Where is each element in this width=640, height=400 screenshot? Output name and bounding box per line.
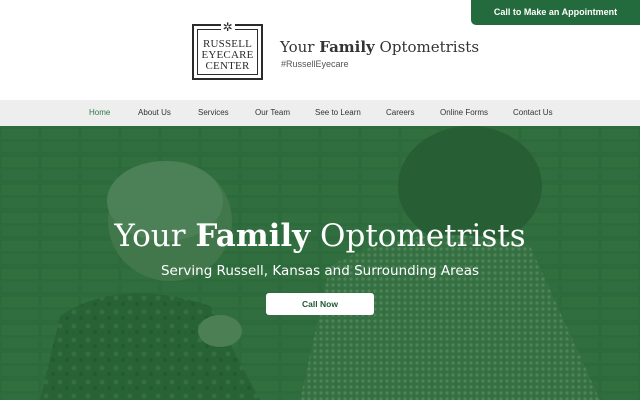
- tagline-pre: Your: [280, 38, 320, 56]
- hero-title: Your Family Optometrists: [0, 218, 640, 254]
- header-tagline: Your Family Optometrists: [280, 38, 479, 56]
- hero-banner: Your Family Optometrists Serving Russell…: [0, 126, 640, 400]
- site-logo[interactable]: ✲ RUSSELL EYECARE CENTER: [192, 20, 263, 80]
- nav-item-our-team[interactable]: Our Team: [255, 100, 290, 126]
- logo-frame: ✲ RUSSELL EYECARE CENTER: [197, 20, 258, 75]
- starburst-icon: ✲: [220, 20, 235, 34]
- hero-title-post: Optometrists: [310, 218, 526, 254]
- nav-item-contact-us[interactable]: Contact Us: [513, 100, 553, 126]
- call-now-button[interactable]: Call Now: [266, 293, 374, 315]
- logo-line-1: RUSSELL: [202, 37, 253, 50]
- hero-title-bold: Family: [195, 218, 311, 254]
- nav-item-about-us[interactable]: About Us: [138, 100, 171, 126]
- tagline-post: Optometrists: [374, 38, 480, 56]
- tagline-bold: Family: [319, 38, 375, 56]
- nav-item-careers[interactable]: Careers: [386, 100, 414, 126]
- nav-item-online-forms[interactable]: Online Forms: [440, 100, 488, 126]
- nav-item-see-to-learn[interactable]: See to Learn: [315, 100, 361, 126]
- nav-item-home[interactable]: Home: [89, 100, 110, 126]
- hero-title-pre: Your: [114, 218, 196, 254]
- nav-item-services[interactable]: Services: [198, 100, 229, 126]
- call-appointment-button[interactable]: Call to Make an Appointment: [471, 0, 640, 25]
- main-nav: Home About Us Services Our Team See to L…: [0, 100, 640, 126]
- hero-subtitle: Serving Russell, Kansas and Surrounding …: [160, 263, 480, 279]
- logo-line-2: EYECARE: [201, 48, 254, 61]
- site-header: ✲ RUSSELL EYECARE CENTER Your Family Opt…: [0, 0, 640, 100]
- logo-line-3: CENTER: [205, 59, 250, 72]
- header-hashtag: #RussellEyecare: [281, 59, 349, 69]
